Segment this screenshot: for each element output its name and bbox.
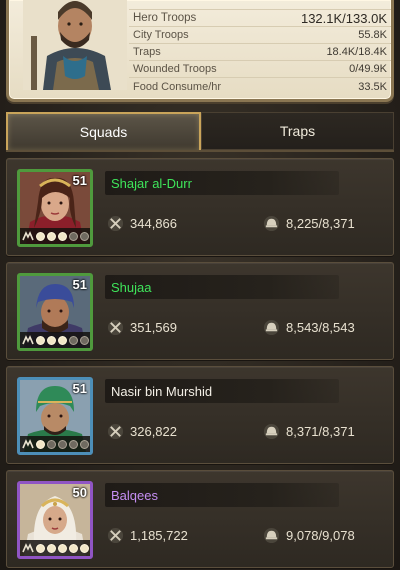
squad-card[interactable]: 51 Shujaa 351,569 8,543/8,543 — [6, 262, 394, 360]
hero-name: Nasir bin Murshid — [105, 379, 339, 403]
rank-chevron-icon — [22, 231, 34, 241]
squad-power-value: 344,866 — [130, 216, 177, 231]
stat-value: 55.8K — [358, 29, 387, 41]
star-dot — [69, 439, 78, 449]
squad-troops-value: 8,225/8,371 — [286, 216, 355, 231]
stat-row-food-consume: Food Consume/hr 33.5K — [129, 78, 391, 95]
star-dot — [47, 335, 56, 345]
star-dot — [69, 543, 78, 553]
stat-value: 33.5K — [358, 80, 387, 93]
troop-stats-list: Hero Troops 132.1K/133.0K City Troops 55… — [129, 4, 391, 95]
star-dot — [47, 439, 56, 449]
squad-power: 344,866 — [107, 215, 177, 232]
tab-traps[interactable]: Traps — [201, 112, 394, 150]
crossed-swords-icon — [107, 527, 124, 544]
hero-level: 51 — [72, 173, 87, 188]
stat-label: City Troops — [133, 29, 189, 41]
squad-power: 1,185,722 — [107, 527, 188, 544]
troop-summary-panel: Hero Troops 132.1K/133.0K City Troops 55… — [6, 0, 394, 102]
squad-power: 351,569 — [107, 319, 177, 336]
rank-chevron-icon — [22, 335, 34, 345]
hero-avatar[interactable]: 51 — [17, 169, 93, 247]
stat-row-traps: Traps 18.4K/18.4K — [129, 44, 391, 61]
star-dot — [47, 543, 56, 553]
stat-row-city-troops: City Troops 55.8K — [129, 27, 391, 44]
star-dot — [58, 335, 67, 345]
hero-name: Shujaa — [105, 275, 339, 299]
hero-star-bar — [20, 228, 90, 244]
star-dot — [58, 543, 67, 553]
tab-squads[interactable]: Squads — [6, 112, 201, 150]
squad-troops: 9,078/9,078 — [263, 527, 355, 544]
star-dot — [58, 231, 67, 241]
star-dot — [36, 231, 45, 241]
star-dot — [36, 335, 45, 345]
hero-level: 50 — [72, 485, 87, 500]
stat-value: 18.4K/18.4K — [326, 46, 387, 58]
troop-helmet-icon — [263, 215, 280, 232]
star-dot — [80, 439, 89, 449]
squad-card[interactable]: 51 Shajar al-Durr 344,866 8,225/8,371 — [6, 158, 394, 256]
star-dot — [47, 231, 56, 241]
star-dot — [36, 543, 45, 553]
troop-helmet-icon — [263, 319, 280, 336]
squad-troops-value: 8,543/8,543 — [286, 320, 355, 335]
squad-troops: 8,543/8,543 — [263, 319, 355, 336]
squad-troops-value: 9,078/9,078 — [286, 528, 355, 543]
star-dot — [36, 439, 45, 449]
squad-power-value: 351,569 — [130, 320, 177, 335]
squad-card[interactable]: 51 Nasir bin Murshid 326,822 8,371/8,371 — [6, 366, 394, 464]
stat-label: Food Consume/hr — [133, 80, 222, 93]
star-dot — [80, 335, 89, 345]
crossed-swords-icon — [107, 215, 124, 232]
stat-label: Wounded Troops — [133, 63, 217, 75]
rank-chevron-icon — [22, 439, 34, 449]
stat-row-hero-troops: Hero Troops 132.1K/133.0K — [129, 10, 391, 27]
crossed-swords-icon — [107, 319, 124, 336]
star-dot — [80, 543, 89, 553]
hero-name: Shajar al-Durr — [105, 171, 339, 195]
squad-card[interactable]: 50 Balqees 1,185,722 9,078/9,078 — [6, 470, 394, 568]
hero-avatar[interactable]: 50 — [17, 481, 93, 559]
squad-power-value: 326,822 — [130, 424, 177, 439]
squad-power: 326,822 — [107, 423, 177, 440]
star-dot — [69, 231, 78, 241]
hero-level: 51 — [72, 381, 87, 396]
rank-chevron-icon — [22, 543, 34, 553]
crossed-swords-icon — [107, 423, 124, 440]
stat-label: Traps — [133, 46, 161, 58]
hero-avatar[interactable]: 51 — [17, 377, 93, 455]
tab-bar: Squads Traps — [6, 112, 394, 152]
stat-row-wounded-troops: Wounded Troops 0/49.9K — [129, 61, 391, 78]
squad-troops: 8,225/8,371 — [263, 215, 355, 232]
squad-power-value: 1,185,722 — [130, 528, 188, 543]
star-dot — [58, 439, 67, 449]
hero-name: Balqees — [105, 483, 339, 507]
hero-level: 51 — [72, 277, 87, 292]
star-dot — [69, 335, 78, 345]
troop-helmet-icon — [263, 527, 280, 544]
hero-star-bar — [20, 332, 90, 348]
stat-label: Hero Troops — [133, 12, 197, 24]
troop-helmet-icon — [263, 423, 280, 440]
squad-troops: 8,371/8,371 — [263, 423, 355, 440]
stat-value: 0/49.9K — [349, 63, 387, 75]
hero-star-bar — [20, 436, 90, 452]
commander-portrait — [23, 0, 127, 90]
hero-avatar[interactable]: 51 — [17, 273, 93, 351]
stat-value: 132.1K/133.0K — [300, 10, 387, 26]
squad-troops-value: 8,371/8,371 — [286, 424, 355, 439]
star-dot — [80, 231, 89, 241]
hero-star-bar — [20, 540, 90, 556]
